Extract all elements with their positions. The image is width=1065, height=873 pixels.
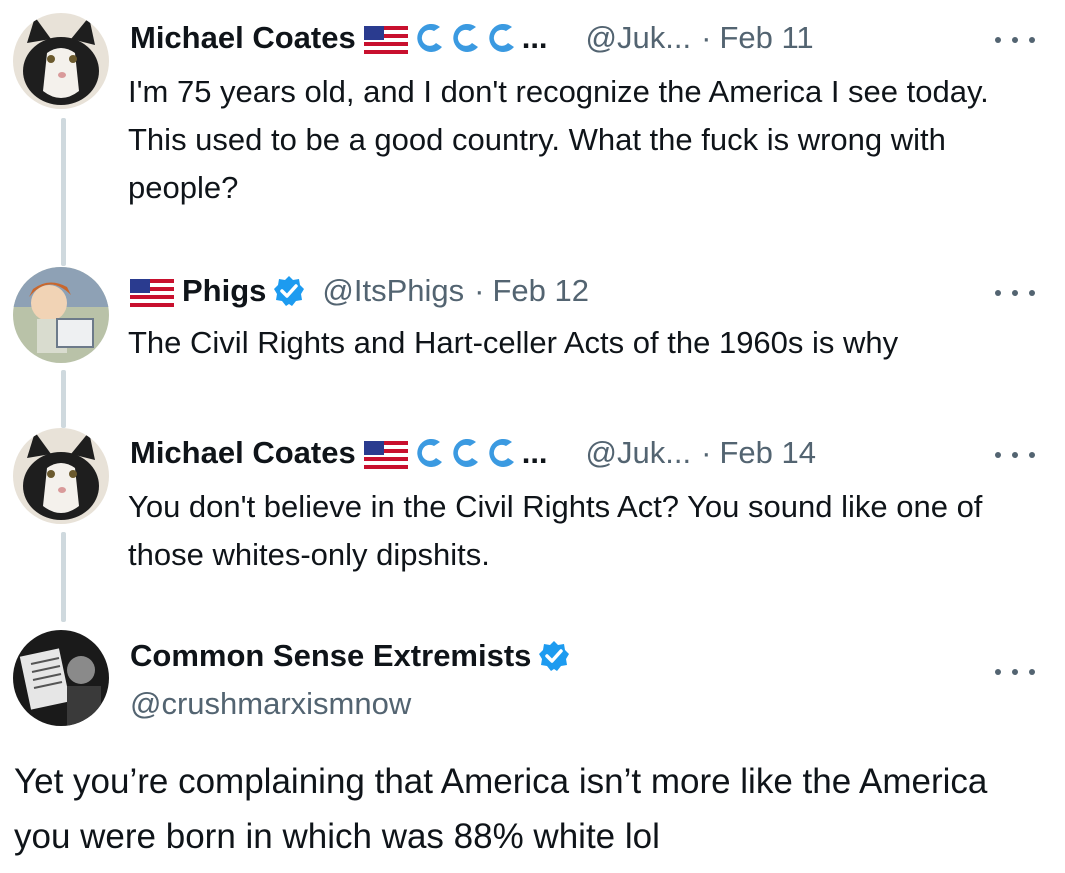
avatar[interactable] [13, 428, 109, 524]
tweet-date[interactable]: Feb 11 [719, 18, 813, 58]
us-flag-icon [363, 439, 408, 469]
author-handle[interactable]: @ItsPhigs [322, 271, 464, 311]
wave-icon [412, 21, 446, 55]
tweet[interactable]: Michael Coates ... @Juk... · Feb 14 You … [0, 415, 1065, 595]
avatar[interactable] [13, 13, 109, 109]
name-truncation: ... [521, 20, 548, 55]
tweet[interactable]: Phigs @ItsPhigs · Feb 12 The Civil Right… [0, 255, 1065, 385]
tweet-text: I'm 75 years old, and I don't recognize … [128, 74, 989, 205]
more-options-icon[interactable] [995, 445, 1035, 465]
wave-icon [484, 21, 518, 55]
author-name[interactable]: Phigs [182, 271, 266, 311]
separator: · [701, 435, 712, 470]
verified-badge-icon [272, 274, 306, 308]
wave-icon [448, 21, 482, 55]
tweet-date[interactable]: Feb 12 [492, 271, 589, 311]
tweet-text: The Civil Rights and Hart-celler Acts of… [128, 325, 899, 360]
author-name[interactable]: Michael Coates [130, 18, 356, 58]
us-flag-icon [363, 24, 408, 54]
verified-badge-icon [537, 639, 571, 673]
separator: · [701, 20, 712, 55]
wave-icon [448, 436, 482, 470]
name-truncation: ... [521, 435, 548, 470]
more-options-icon[interactable] [995, 283, 1035, 303]
tweet[interactable]: Michael Coates ... @Juk... · Feb 11 I'm … [0, 0, 1065, 240]
author-handle[interactable]: @Juk... [586, 433, 692, 473]
tweet-text: You don't believe in the Civil Rights Ac… [128, 489, 983, 572]
wave-icon [412, 436, 446, 470]
author-handle[interactable]: @crushmarxismnow [130, 684, 411, 724]
wave-icon [484, 436, 518, 470]
tweet[interactable]: Common Sense Extremists @crushmarxismnow… [0, 620, 1065, 873]
avatar[interactable] [13, 267, 109, 363]
avatar[interactable] [13, 630, 109, 726]
tweet-date[interactable]: Feb 14 [719, 433, 816, 473]
us-flag-icon [130, 277, 174, 307]
author-handle[interactable]: @Juk... [586, 18, 692, 58]
author-name[interactable]: Common Sense Extremists [130, 636, 531, 676]
tweet-text: Yet you’re complaining that America isn’… [14, 762, 988, 856]
more-options-icon[interactable] [995, 30, 1035, 50]
author-name[interactable]: Michael Coates [130, 433, 356, 473]
separator: · [474, 273, 485, 308]
more-options-icon[interactable] [995, 662, 1035, 682]
